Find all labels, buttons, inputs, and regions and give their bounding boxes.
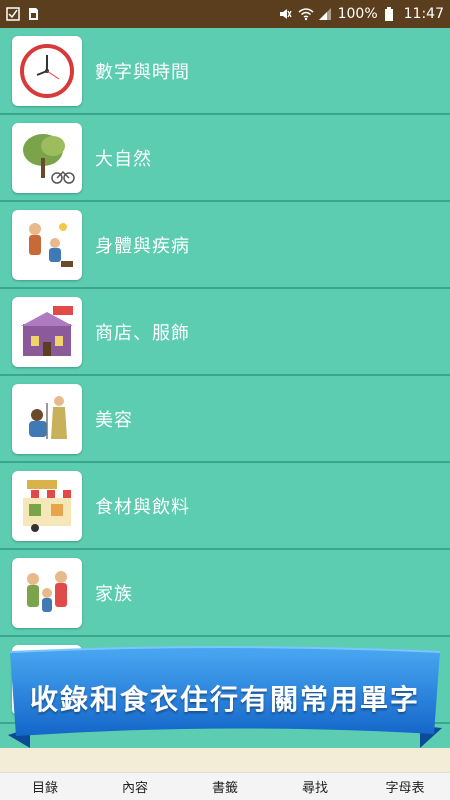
mute-icon	[278, 7, 292, 21]
family-icon	[12, 557, 82, 628]
food-store-icon	[12, 470, 82, 541]
list-item[interactable]: 食材與飲料	[0, 463, 450, 550]
family-sick-icon	[12, 209, 82, 280]
status-left	[6, 7, 40, 21]
list-item-label: 家族	[95, 583, 133, 605]
list-item[interactable]: 美容	[0, 376, 450, 463]
list-item-label: 美容	[95, 409, 133, 431]
banner-text: 收錄和食衣住行有關常用單字	[29, 682, 420, 716]
bottom-nav: 目錄 內容 書籤 尋找 字母表	[0, 772, 450, 800]
list-item[interactable]: 數字與時間	[0, 28, 450, 115]
list-item[interactable]: 家族	[0, 550, 450, 637]
list-item-label: 大自然	[95, 148, 152, 170]
list-item[interactable]: 大自然	[0, 115, 450, 202]
nav-search-tab[interactable]: 尋找	[270, 777, 360, 796]
list-item-label: 身體與疾病	[95, 235, 190, 257]
nav-content-tab[interactable]: 內容	[90, 777, 180, 796]
battery-percent: 100%	[337, 6, 378, 22]
status-right: 100% 11:47	[278, 6, 444, 22]
list-item-label: 數字與時間	[95, 61, 190, 83]
clock-time: 11:47	[403, 6, 444, 22]
signal-icon	[318, 7, 332, 21]
shop-icon	[12, 296, 82, 367]
list-item[interactable]: 商店、服飾	[0, 289, 450, 376]
list-item-label: 食材與飲料	[95, 496, 190, 518]
list-item[interactable]: 身體與疾病	[0, 202, 450, 289]
nav-alphabet-tab[interactable]: 字母表	[360, 777, 450, 796]
nav-contents-tab[interactable]: 目錄	[0, 777, 90, 796]
hair-salon-icon	[12, 383, 82, 454]
battery-icon	[384, 7, 398, 21]
wifi-icon	[298, 7, 314, 21]
list-item-label: 商店、服飾	[95, 322, 190, 344]
tree-icon	[12, 122, 82, 193]
sd-card-notification-icon	[26, 7, 40, 21]
checkbox-notification-icon	[6, 7, 20, 21]
clock-icon	[12, 35, 82, 106]
status-bar: 100% 11:47	[0, 0, 450, 28]
promo-banner: 收錄和食衣住行有關常用單字	[0, 640, 450, 755]
nav-bookmarks-tab[interactable]: 書籤	[180, 777, 270, 796]
